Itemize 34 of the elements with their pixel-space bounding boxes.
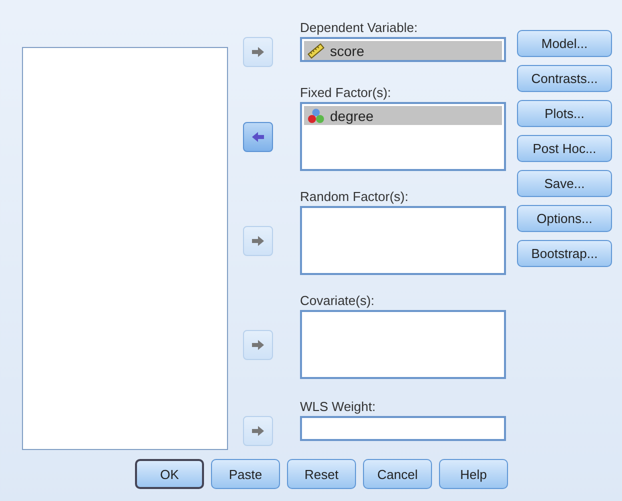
arrow-icon [251,338,265,350]
dialog-button[interactable]: OK [135,459,204,489]
dialog-button[interactable]: Plots... [517,100,612,127]
list-item[interactable]: degree [304,106,502,125]
dialog-button[interactable]: Cancel [363,459,432,489]
arrow-icon [251,46,265,58]
balls-icon [307,108,325,124]
input-field[interactable] [300,416,506,441]
move-button[interactable] [243,122,273,152]
dialog-button[interactable]: Help [439,459,508,489]
input-field[interactable]: score [300,37,506,62]
arrow-icon [251,234,265,246]
field-label: Fixed Factor(s): [300,85,392,100]
dialog-button[interactable]: Options... [517,205,612,232]
dialog-button[interactable]: Bootstrap... [517,240,612,267]
field-label: Covariate(s): [300,293,376,308]
dialog-button[interactable]: Paste [211,459,280,489]
dialog-button[interactable]: Reset [287,459,356,489]
dialog-button[interactable]: Save... [517,170,612,197]
field-label: Dependent Variable: [300,20,419,35]
dialog-button[interactable]: Contrasts... [517,65,612,92]
dialog-button[interactable]: Model... [517,30,612,57]
arrow-icon [251,130,265,142]
field-label: Random Factor(s): [300,189,410,204]
list-box[interactable] [300,206,506,275]
dialog-button[interactable]: Post Hoc... [517,135,612,162]
list-item[interactable]: score [304,41,502,60]
arrow-icon [251,425,265,437]
ruler-icon [307,42,325,58]
list-box[interactable]: degree [300,102,506,171]
item-label: score [330,42,364,58]
list-box[interactable] [300,310,506,379]
field-label: WLS Weight: [300,399,377,414]
item-label: degree [330,108,374,124]
